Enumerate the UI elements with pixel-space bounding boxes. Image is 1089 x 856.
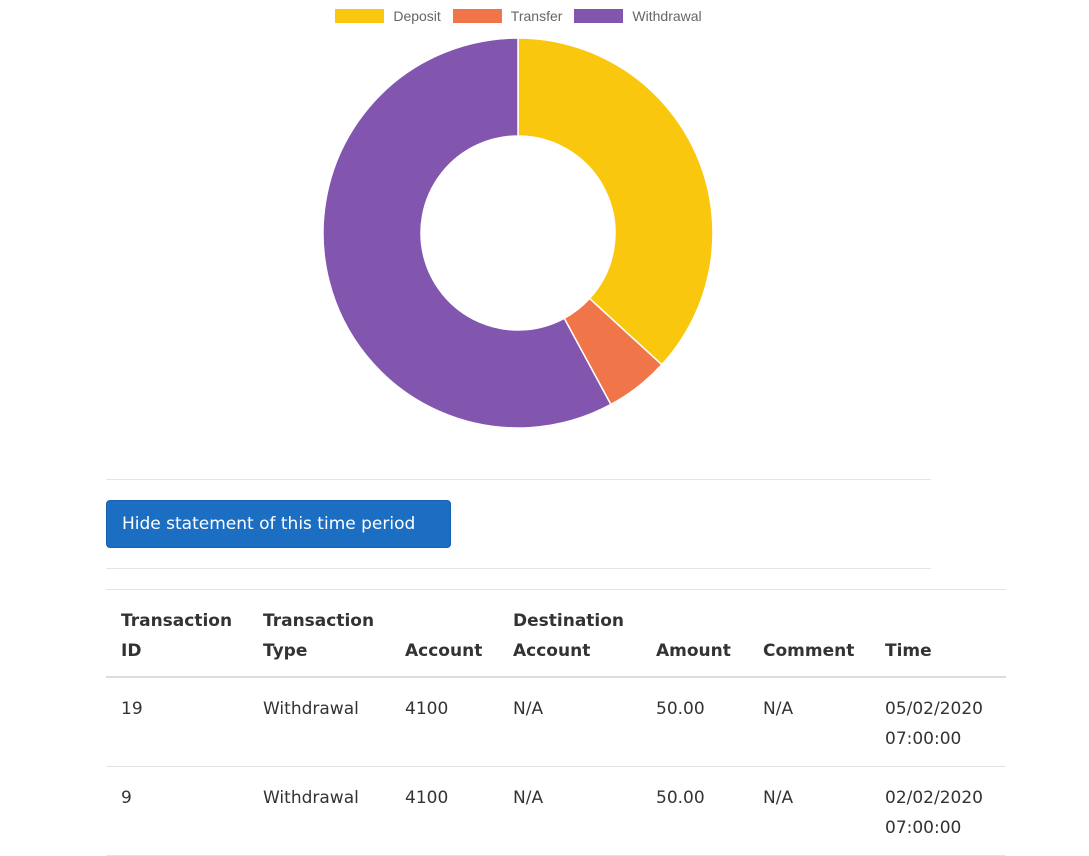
column-header-comment: Comment	[748, 589, 870, 678]
cell-transaction-id: 9	[106, 766, 248, 856]
cell-time: 05/02/2020 07:00:00	[870, 677, 1006, 767]
cell-amount: 50.00	[641, 677, 748, 767]
cell-destination-account: N/A	[498, 677, 641, 767]
cell-comment: N/A	[748, 766, 870, 856]
doughnut-chart	[322, 37, 714, 429]
slice-deposit[interactable]	[517, 37, 714, 366]
cell-transaction-type: Withdrawal	[248, 677, 390, 767]
column-header-time: Time	[870, 589, 1006, 678]
cell-time: 02/02/2020 07:00:00	[870, 766, 1006, 856]
cell-transaction-id: 19	[106, 677, 248, 767]
table-row: 9 Withdrawal 4100 N/A 50.00 N/A 02/02/20…	[106, 766, 1006, 856]
column-header-amount: Amount	[641, 589, 748, 678]
column-header-destination-account: Destination Account	[498, 589, 641, 678]
table-row: 19 Withdrawal 4100 N/A 50.00 N/A 05/02/2…	[106, 677, 1006, 767]
divider	[106, 568, 931, 569]
cell-account: 4100	[390, 766, 498, 856]
table-header-row: Transaction ID Transaction Type Account …	[106, 589, 1006, 678]
hide-statement-button[interactable]: Hide statement of this time period	[106, 500, 451, 548]
column-header-account: Account	[390, 589, 498, 678]
cell-comment: N/A	[748, 677, 870, 767]
cell-transaction-type: Withdrawal	[248, 766, 390, 856]
divider	[106, 479, 931, 480]
column-header-transaction-id: Transaction ID	[106, 589, 248, 678]
cell-amount: 50.00	[641, 766, 748, 856]
column-header-transaction-type: Transaction Type	[248, 589, 390, 678]
cell-destination-account: N/A	[498, 766, 641, 856]
cell-account: 4100	[390, 677, 498, 767]
transactions-table: Transaction ID Transaction Type Account …	[106, 589, 1006, 856]
